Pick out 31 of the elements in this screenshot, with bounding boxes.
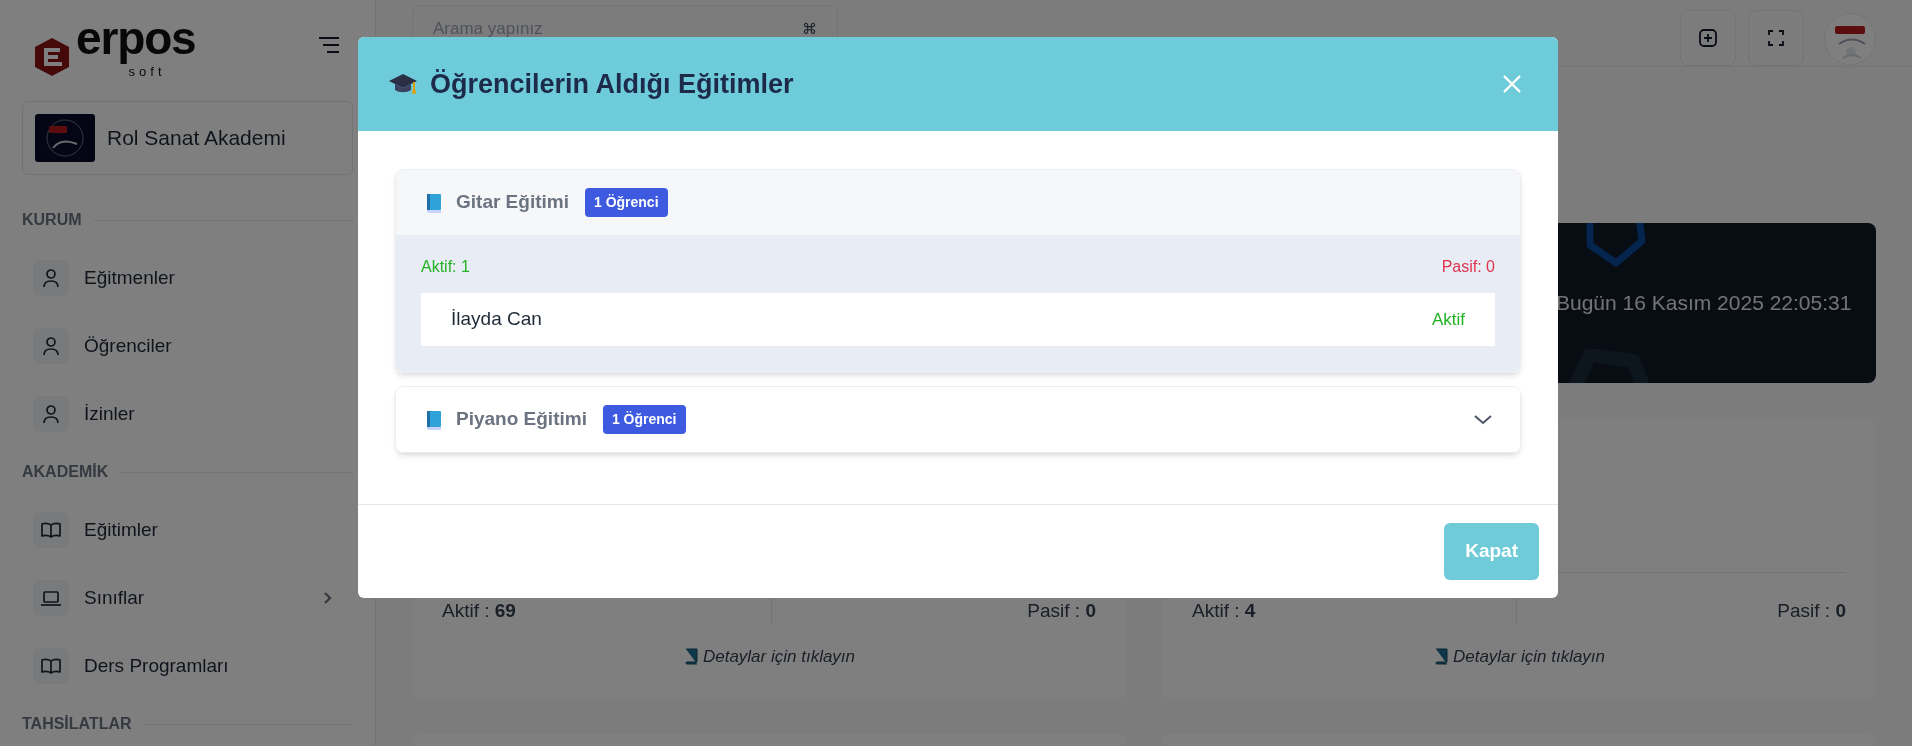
- passive-count: Pasif : 0: [1777, 599, 1846, 623]
- section-heading: KURUM: [22, 210, 82, 230]
- sidebar-item[interactable]: Eğitimler: [22, 512, 353, 548]
- details-link[interactable]: Detaylar için tıklayın: [1432, 643, 1606, 669]
- accordion-header[interactable]: Piyano Eğitimi 1 Öğrenci: [396, 387, 1520, 452]
- student-name: İlayda Can: [451, 307, 542, 332]
- count-badge: 1 Öğrenci: [602, 405, 686, 434]
- accordion-header[interactable]: Gitar Eğitimi 1 Öğrenci: [396, 170, 1520, 235]
- date-time-text: Bugün 16 Kasım 2025 22:05:31: [1556, 290, 1852, 317]
- organization-card[interactable]: Rol Sanat Akademi: [22, 101, 353, 175]
- logo-subtext: soft: [128, 64, 166, 78]
- active-count: Aktif : 4: [1192, 599, 1256, 623]
- sidebar-item[interactable]: Öğrenciler: [22, 328, 353, 364]
- sidebar-item[interactable]: Sınıflar: [22, 580, 353, 616]
- passive-count: Pasif : 0: [1027, 599, 1096, 623]
- organization-name: Rol Sanat Akademi: [107, 125, 286, 152]
- status-text: Aktif: [1431, 308, 1465, 331]
- details-link[interactable]: Detaylar için tıklayın: [682, 643, 856, 669]
- logo-text: erpos: [76, 12, 196, 65]
- sidebar-item[interactable]: Ders Programları: [22, 648, 353, 684]
- section-heading: TAHSİLATLAR: [22, 714, 132, 734]
- passive-count: Pasif: 0: [1441, 257, 1495, 277]
- active-count: Aktif : 69: [442, 599, 516, 623]
- active-count: Aktif: 1: [421, 257, 470, 277]
- student-row[interactable]: İlayda Can Aktif: [421, 293, 1495, 346]
- shortcut-key: ⌘: [802, 17, 817, 41]
- sidebar-item[interactable]: İzinler: [22, 396, 353, 432]
- count-badge: 1 Öğrenci: [584, 188, 668, 217]
- sidebar-item[interactable]: Eğitmenler: [22, 260, 353, 296]
- modal-title: Öğrencilerin Aldığı Eğitimler: [430, 67, 794, 101]
- section-heading: AKADEMİK: [22, 462, 109, 482]
